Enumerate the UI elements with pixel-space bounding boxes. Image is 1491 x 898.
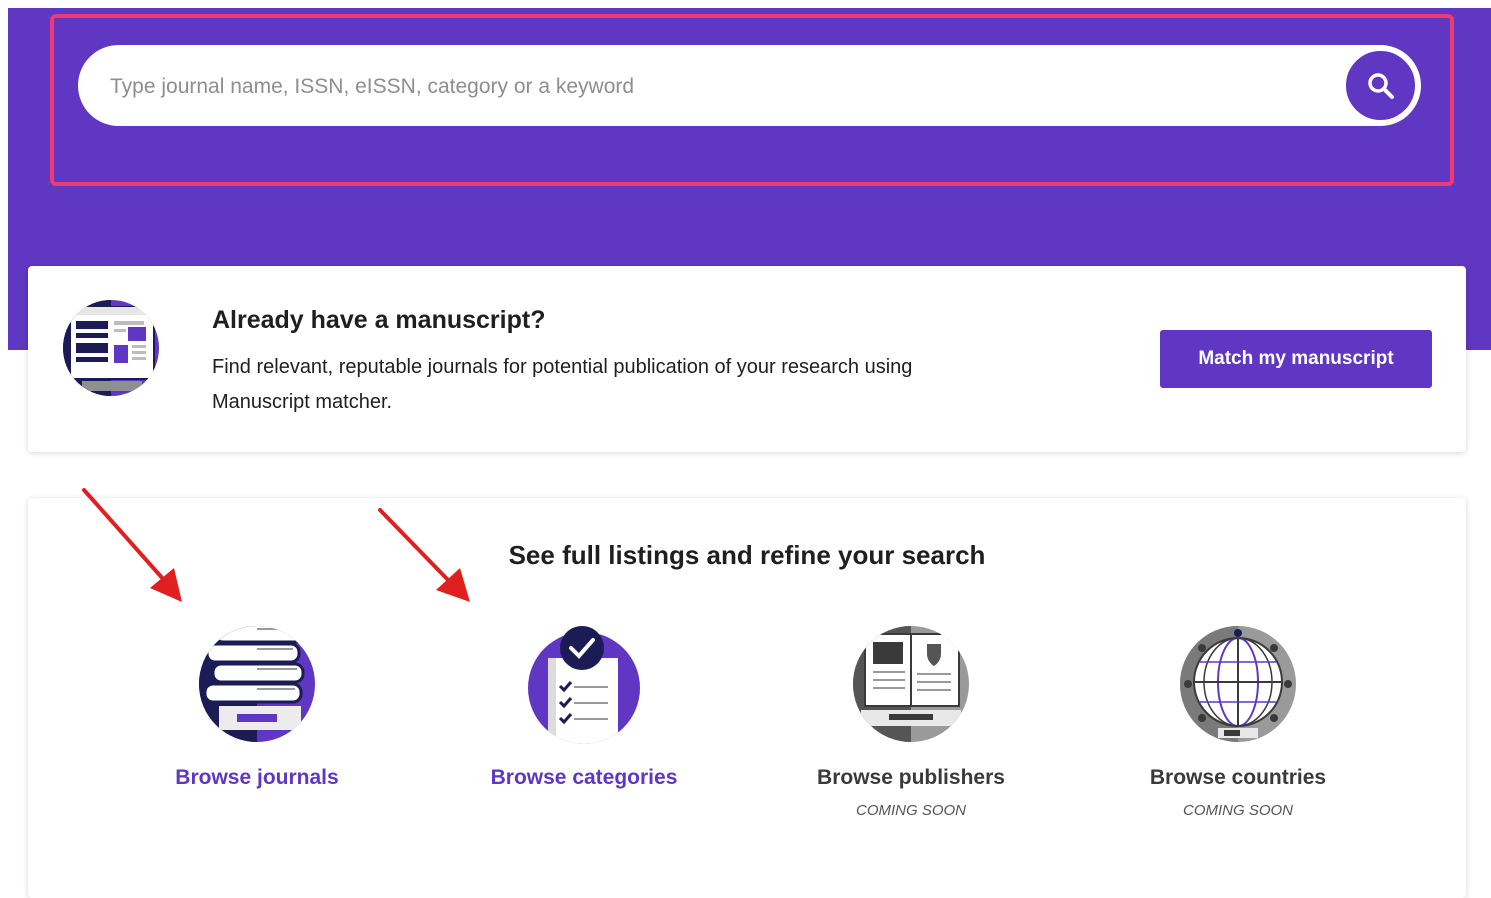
manuscript-description: Find relevant, reputable journals for po…	[212, 356, 913, 413]
checklist-icon	[528, 626, 640, 744]
manuscript-card: Already have a manuscript? Find relevant…	[28, 266, 1466, 452]
listings-title: See full listings and refine your search	[508, 540, 986, 570]
globe-icon	[1180, 626, 1296, 742]
browse-categories-link[interactable]: Browse categories	[444, 766, 724, 790]
annotation-arrow-categories	[378, 508, 470, 602]
browse-categories-item[interactable]: Browse categories	[444, 624, 724, 790]
publisher-book-icon	[853, 626, 969, 742]
countries-coming-soon: COMING SOON	[1182, 802, 1293, 819]
browse-journals-link[interactable]: Browse journals	[117, 766, 397, 790]
search-input[interactable]	[108, 45, 1332, 128]
browse-journals-item[interactable]: Browse journals	[117, 624, 397, 790]
match-my-manuscript-button[interactable]: Match my manuscript	[1160, 330, 1432, 388]
manuscript-document-icon	[63, 300, 159, 396]
search-button[interactable]	[1340, 45, 1421, 126]
browse-countries-label: Browse countries	[1149, 766, 1327, 789]
manuscript-title: Already have a manuscript?	[212, 306, 546, 334]
books-icon	[199, 626, 315, 742]
browse-publishers-label: Browse publishers	[817, 766, 1005, 789]
search-icon	[1367, 72, 1394, 99]
publishers-coming-soon: COMING SOON	[855, 802, 966, 819]
browse-publishers-item: Browse publishers COMING SOON	[771, 624, 1051, 819]
listings-card: See full listings and refine your search…	[28, 498, 1466, 898]
annotation-arrow-journals	[82, 488, 182, 602]
browse-countries-item: Browse countries COMING SOON	[1098, 624, 1378, 819]
search-bar[interactable]	[78, 45, 1418, 128]
